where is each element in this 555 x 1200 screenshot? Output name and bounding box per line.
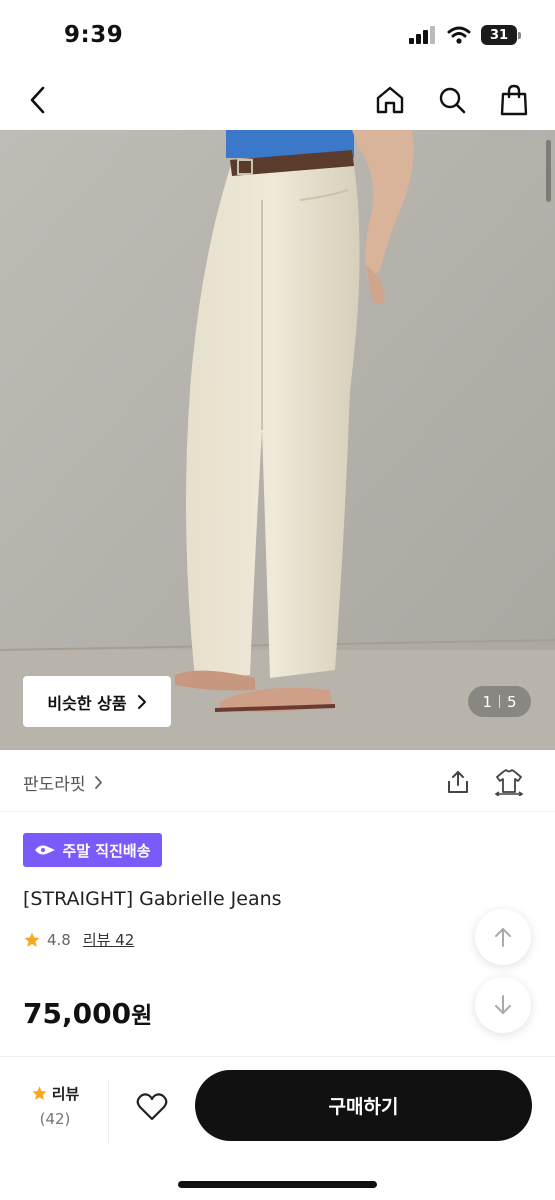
delivery-badge-label: 주말 직진배송 (62, 841, 151, 860)
review-summary-button[interactable]: 리뷰 (42) (22, 1083, 88, 1128)
buy-button[interactable]: 구매하기 (195, 1070, 532, 1141)
product-image-carousel[interactable]: 비슷한 상품 1 5 (0, 130, 555, 750)
delivery-badge: 주말 직진배송 (23, 833, 162, 867)
bottom-divider (108, 1079, 109, 1143)
status-icons: 31 (409, 25, 521, 45)
cellular-signal-icon (409, 26, 435, 44)
nav-bar (0, 70, 555, 130)
heart-icon (136, 1093, 168, 1121)
home-icon (376, 86, 404, 114)
share-button[interactable] (442, 766, 474, 798)
shopping-bag-icon (500, 84, 528, 116)
scroll-top-button[interactable] (475, 909, 531, 965)
battery-icon: 31 (481, 25, 521, 45)
star-icon (32, 1086, 47, 1100)
price-unit: 원 (131, 1003, 153, 1029)
home-indicator (178, 1181, 377, 1188)
page-current: 1 (482, 692, 492, 711)
rating-row: 4.8 리뷰 42 (23, 929, 134, 950)
bottom-action-bar: 리뷰 (42) 구매하기 (0, 1056, 555, 1156)
back-button[interactable] (16, 78, 60, 122)
review-summary-top: 리뷰 (22, 1083, 88, 1104)
scroll-bottom-button[interactable] (475, 977, 531, 1033)
chevron-right-icon (137, 694, 146, 709)
share-icon (448, 771, 468, 793)
search-icon (439, 87, 466, 114)
review-count: (42) (39, 1110, 71, 1128)
status-bar: 9:39 31 (0, 0, 555, 70)
rating-value: 4.8 (47, 930, 71, 949)
price-value: 75,000 (23, 997, 132, 1030)
scroll-indicator (546, 140, 551, 202)
review-label: 리뷰 (51, 1085, 80, 1103)
size-compare-button[interactable] (493, 766, 525, 798)
star-icon (24, 932, 40, 947)
brand-link[interactable]: 판도라핏 (23, 770, 103, 795)
product-photo (0, 130, 555, 750)
home-button[interactable] (368, 78, 412, 122)
page-separator (499, 695, 500, 708)
similar-products-label: 비슷한 상품 (47, 693, 127, 713)
price: 75,000원 (23, 996, 152, 1030)
status-time: 9:39 (64, 22, 124, 48)
delivery-arrow-icon (35, 845, 56, 855)
arrow-up-icon (495, 928, 511, 947)
review-link[interactable]: 리뷰 42 (83, 929, 134, 950)
wishlist-button[interactable] (128, 1083, 176, 1131)
search-button[interactable] (430, 78, 474, 122)
similar-products-button[interactable]: 비슷한 상품 (23, 676, 171, 727)
chevron-right-icon (94, 776, 102, 789)
clothing-size-icon (494, 769, 524, 796)
page-total: 5 (507, 692, 517, 711)
brand-name: 판도라핏 (23, 775, 86, 795)
cart-button[interactable] (492, 78, 536, 122)
chevron-left-icon (30, 86, 45, 114)
product-title: [STRAIGHT] Gabrielle Jeans (23, 888, 282, 910)
battery-level: 31 (489, 27, 509, 43)
wifi-icon (447, 26, 471, 44)
arrow-down-icon (495, 995, 511, 1014)
image-page-indicator: 1 5 (468, 686, 531, 717)
brand-row: 판도라핏 (0, 750, 555, 812)
